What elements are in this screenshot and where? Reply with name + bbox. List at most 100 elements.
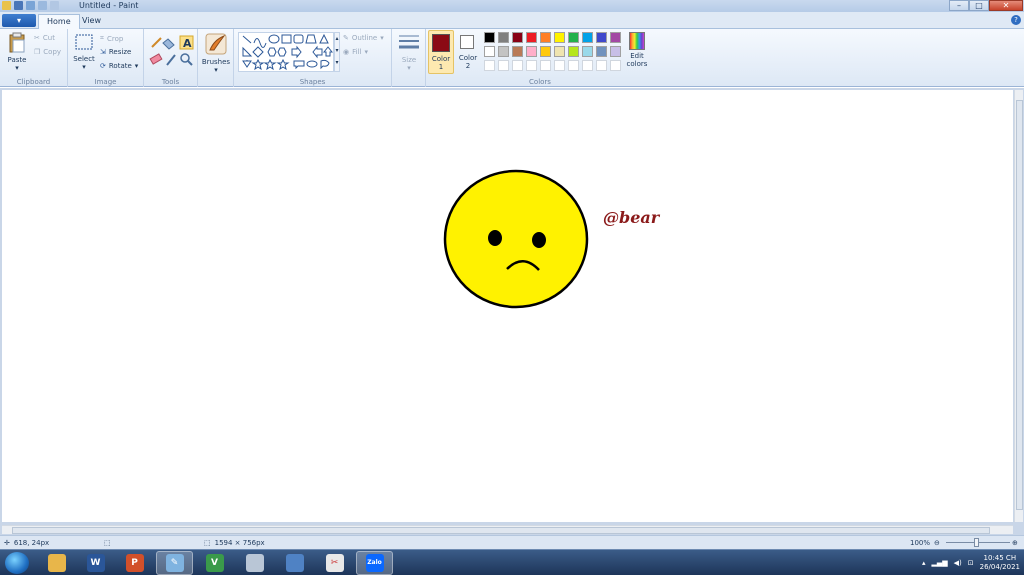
palette-color-swatch[interactable]	[498, 46, 509, 57]
tools-group: A Tools	[144, 29, 198, 87]
taskbar-app-unikey[interactable]: V	[196, 551, 233, 575]
copy-button[interactable]: ❐ Copy	[34, 48, 61, 56]
scissors-icon: ✂	[34, 34, 40, 42]
shapes-gallery-scroll[interactable]: ▴ ▾ ▾	[334, 32, 340, 72]
palette-color-swatch[interactable]	[568, 32, 579, 43]
color-picker-icon[interactable]	[166, 54, 176, 66]
image-size: ⬚ 1594 × 756px	[204, 539, 265, 547]
show-hidden-icons-icon[interactable]: ▴	[922, 559, 926, 567]
palette-color-swatch[interactable]	[526, 46, 537, 57]
palette-color-swatch[interactable]	[610, 46, 621, 57]
help-icon[interactable]: ?	[1011, 15, 1021, 25]
outline-label: Outline	[351, 34, 378, 42]
palette-color-swatch[interactable]	[554, 46, 565, 57]
palette-color-swatch[interactable]	[610, 32, 621, 43]
drawing-canvas[interactable]: @bear	[2, 90, 1013, 522]
taskbar-app-calculator[interactable]	[236, 551, 273, 575]
colors-group-label: Colors	[529, 78, 551, 86]
edit-colors-button[interactable]: Edit colors	[624, 31, 650, 75]
crop-button[interactable]: ⌗ Crop	[100, 34, 123, 43]
zoom-slider-thumb[interactable]	[974, 538, 979, 547]
brushes-button[interactable]: Brushes ▾	[201, 32, 231, 74]
palette-color-swatch[interactable]	[526, 32, 537, 43]
palette-color-swatch[interactable]	[540, 46, 551, 57]
palette-color-swatch[interactable]	[540, 32, 551, 43]
size-button[interactable]: Size ▾	[396, 32, 422, 72]
redo-icon[interactable]	[38, 1, 47, 10]
fill-button[interactable]: ◉ Fill ▾	[343, 48, 368, 56]
palette-custom-swatch[interactable]	[568, 60, 579, 71]
selection-icon: ⬚	[104, 539, 111, 547]
color1-button[interactable]: Color 1	[428, 30, 454, 74]
palette-color-swatch[interactable]	[568, 46, 579, 57]
quick-access-toolbar	[2, 1, 59, 10]
taskbar-app-snipping-tool[interactable]: ✂	[316, 551, 353, 575]
zoom-out-icon[interactable]: ⊖	[934, 539, 940, 547]
fill-bucket-icon[interactable]	[162, 38, 175, 50]
zoom-in-icon[interactable]: ⊕	[1012, 539, 1018, 547]
resize-icon: ⇲	[100, 48, 106, 56]
taskbar-app-file-explorer[interactable]	[38, 551, 75, 575]
palette-custom-swatch[interactable]	[596, 60, 607, 71]
eraser-icon[interactable]	[149, 53, 163, 65]
network-tray-icon[interactable]: ⊡	[968, 559, 974, 567]
palette-color-swatch[interactable]	[512, 32, 523, 43]
paint-icon: ✎	[165, 554, 184, 572]
palette-custom-swatch[interactable]	[498, 60, 509, 71]
palette-custom-swatch[interactable]	[610, 60, 621, 71]
vertical-scrollbar[interactable]	[1014, 90, 1023, 522]
palette-color-swatch[interactable]	[498, 32, 509, 43]
palette-color-swatch[interactable]	[484, 32, 495, 43]
palette-custom-swatch[interactable]	[484, 60, 495, 71]
volume-icon[interactable]: ◀)	[954, 559, 962, 567]
signal-icon[interactable]: ▂▄▆	[931, 559, 947, 567]
fill-icon: ◉	[343, 48, 350, 56]
clock-time: 10:45 CH	[983, 554, 1017, 562]
vertical-scroll-thumb[interactable]	[1016, 100, 1023, 510]
start-button[interactable]	[5, 552, 29, 574]
palette-color-swatch[interactable]	[582, 32, 593, 43]
shapes-gallery[interactable]	[238, 32, 334, 72]
taskbar-app-paint[interactable]: ✎	[156, 551, 193, 575]
color2-swatch	[460, 35, 474, 49]
palette-custom-swatch[interactable]	[512, 60, 523, 71]
palette-color-swatch[interactable]	[596, 32, 607, 43]
tab-view[interactable]: View	[74, 14, 109, 29]
save-icon[interactable]	[14, 1, 23, 10]
customize-qat-icon[interactable]	[50, 1, 59, 10]
palette-custom-swatch[interactable]	[540, 60, 551, 71]
palette-color-swatch[interactable]	[582, 46, 593, 57]
size-group: Size ▾	[392, 29, 426, 87]
taskbar-app-zalo[interactable]: Zalo	[356, 551, 393, 575]
pencil-icon[interactable]	[151, 37, 162, 48]
minimize-button[interactable]: –	[949, 0, 969, 11]
rotate-button[interactable]: ⟳ Rotate ▾	[100, 62, 138, 70]
taskbar-app-powerpoint[interactable]: P	[116, 551, 153, 575]
taskbar-app-word[interactable]: W	[77, 551, 114, 575]
palette-color-swatch[interactable]	[554, 32, 565, 43]
palette-color-swatch[interactable]	[512, 46, 523, 57]
paint-menu-button[interactable]: ▾	[2, 14, 36, 27]
horizontal-scroll-thumb[interactable]	[12, 527, 990, 534]
palette-color-swatch[interactable]	[484, 46, 495, 57]
paste-button[interactable]: Paste ▾	[6, 32, 28, 72]
close-button[interactable]: ✕	[989, 0, 1023, 11]
magnifier-icon[interactable]	[180, 53, 193, 66]
palette-custom-swatch[interactable]	[526, 60, 537, 71]
horizontal-scrollbar[interactable]	[2, 525, 1013, 534]
maximize-button[interactable]: □	[969, 0, 989, 11]
palette-color-swatch[interactable]	[596, 46, 607, 57]
undo-icon[interactable]	[26, 1, 35, 10]
cut-button[interactable]: ✂ Cut	[34, 34, 55, 42]
outline-button[interactable]: ✎ Outline ▾	[343, 34, 384, 42]
select-button[interactable]: Select ▾	[73, 33, 95, 71]
text-icon[interactable]: A	[179, 35, 194, 50]
system-tray: ▴ ▂▄▆ ◀) ⊡ 10:45 CH 26/04/2021	[922, 552, 1020, 574]
clock[interactable]: 10:45 CH 26/04/2021	[980, 554, 1020, 572]
shapes-gallery-icons	[242, 33, 334, 71]
palette-custom-swatch[interactable]	[582, 60, 593, 71]
palette-custom-swatch[interactable]	[554, 60, 565, 71]
resize-button[interactable]: ⇲ Resize	[100, 48, 131, 56]
taskbar-app-network[interactable]	[276, 551, 313, 575]
color2-button[interactable]: Color 2	[456, 30, 482, 74]
